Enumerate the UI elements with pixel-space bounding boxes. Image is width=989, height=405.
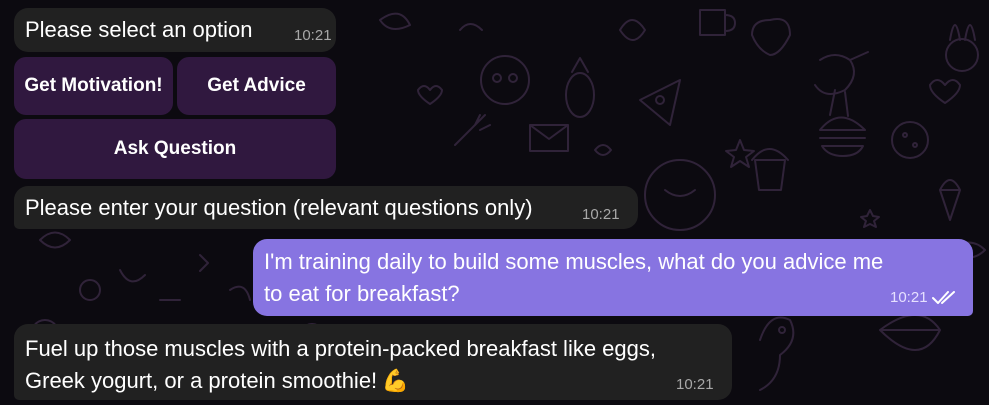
message-text-line-2: Greek yogurt, or a protein smoothie! — [25, 368, 378, 393]
message-text-line-1: I'm training daily to build some muscles… — [264, 249, 884, 274]
message-text: Please enter your question (relevant que… — [25, 195, 533, 220]
outgoing-message-bubble: I'm training daily to build some muscles… — [253, 239, 973, 316]
get-motivation-button[interactable]: Get Motivation! — [14, 57, 173, 115]
ask-question-button[interactable]: Ask Question — [14, 119, 336, 179]
double-check-icon — [932, 290, 955, 304]
message-text: Please select an option — [25, 17, 253, 42]
get-advice-button[interactable]: Get Advice — [177, 57, 336, 115]
message-bubble: Please enter your question (relevant que… — [14, 186, 638, 229]
message-time: 10:21 — [676, 376, 714, 393]
message-bubble: Please select an option 10:21 — [14, 8, 336, 52]
flexed-biceps-emoji: 💪 — [381, 368, 410, 393]
message-bubble: Fuel up those muscles with a protein-pac… — [14, 324, 732, 400]
message-time: 10:21 — [582, 206, 620, 223]
message-meta: 10:21 — [890, 289, 958, 307]
message-text-line-1: Fuel up those muscles with a protein-pac… — [25, 336, 656, 361]
message-line-2: Greek yogurt, or a protein smoothie! 💪 — [25, 365, 409, 396]
message-text-line-2: to eat for breakfast? — [264, 281, 460, 306]
message-time: 10:21 — [890, 289, 928, 306]
message-time: 10:21 — [294, 27, 332, 44]
